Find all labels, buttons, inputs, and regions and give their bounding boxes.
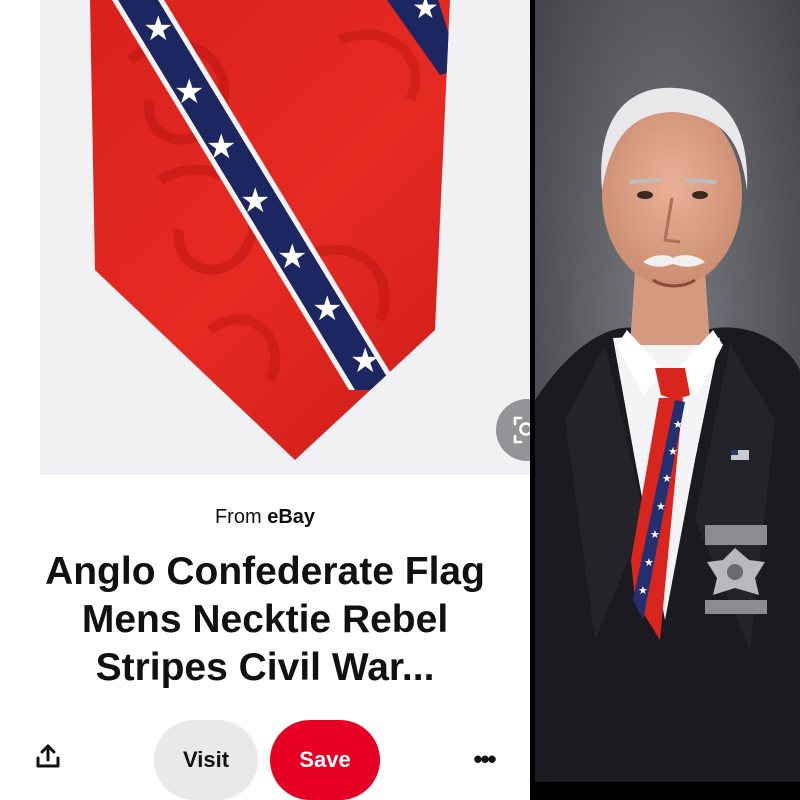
- svg-text:★: ★: [668, 445, 678, 458]
- save-button[interactable]: Save: [270, 720, 380, 800]
- svg-text:★: ★: [143, 9, 173, 49]
- svg-text:★: ★: [350, 341, 380, 381]
- necktie-image[interactable]: ★ ★ ★ ★ ★ ★ ★ ★: [40, 0, 530, 475]
- portrait-illustration: ★ ★ ★ ★ ★ ★ ★: [535, 0, 800, 782]
- bottom-strip: [535, 782, 800, 800]
- pin-source: From eBay: [0, 506, 530, 529]
- svg-text:★: ★: [206, 127, 236, 167]
- pin-actions: Visit Save •••: [0, 720, 530, 800]
- source-link[interactable]: eBay: [267, 506, 315, 528]
- portrait-photo: ★ ★ ★ ★ ★ ★ ★: [535, 0, 800, 782]
- svg-text:★: ★: [650, 528, 660, 541]
- visual-search-icon: [512, 415, 530, 445]
- pin-card: ★ ★ ★ ★ ★ ★ ★ ★ From eBay Anglo Confeder…: [0, 0, 530, 800]
- svg-text:★: ★: [312, 289, 342, 329]
- share-icon: [35, 743, 61, 774]
- more-options-button[interactable]: •••: [462, 742, 506, 776]
- svg-text:★: ★: [412, 0, 439, 26]
- svg-text:★: ★: [644, 556, 654, 569]
- svg-text:★: ★: [673, 418, 683, 431]
- svg-text:★: ★: [656, 500, 666, 513]
- pin-title: Anglo Confederate Flag Mens Necktie Rebe…: [45, 550, 485, 689]
- svg-text:★: ★: [240, 181, 270, 221]
- more-options-icon: •••: [473, 743, 496, 774]
- svg-text:★: ★: [638, 584, 648, 597]
- svg-text:★: ★: [277, 237, 307, 277]
- svg-text:★: ★: [174, 72, 204, 112]
- source-prefix: From: [214, 506, 262, 528]
- visit-button[interactable]: Visit: [154, 720, 258, 800]
- svg-text:★: ★: [662, 472, 672, 485]
- share-button[interactable]: [30, 740, 66, 776]
- necktie-illustration: ★ ★ ★ ★ ★ ★ ★ ★: [40, 0, 530, 475]
